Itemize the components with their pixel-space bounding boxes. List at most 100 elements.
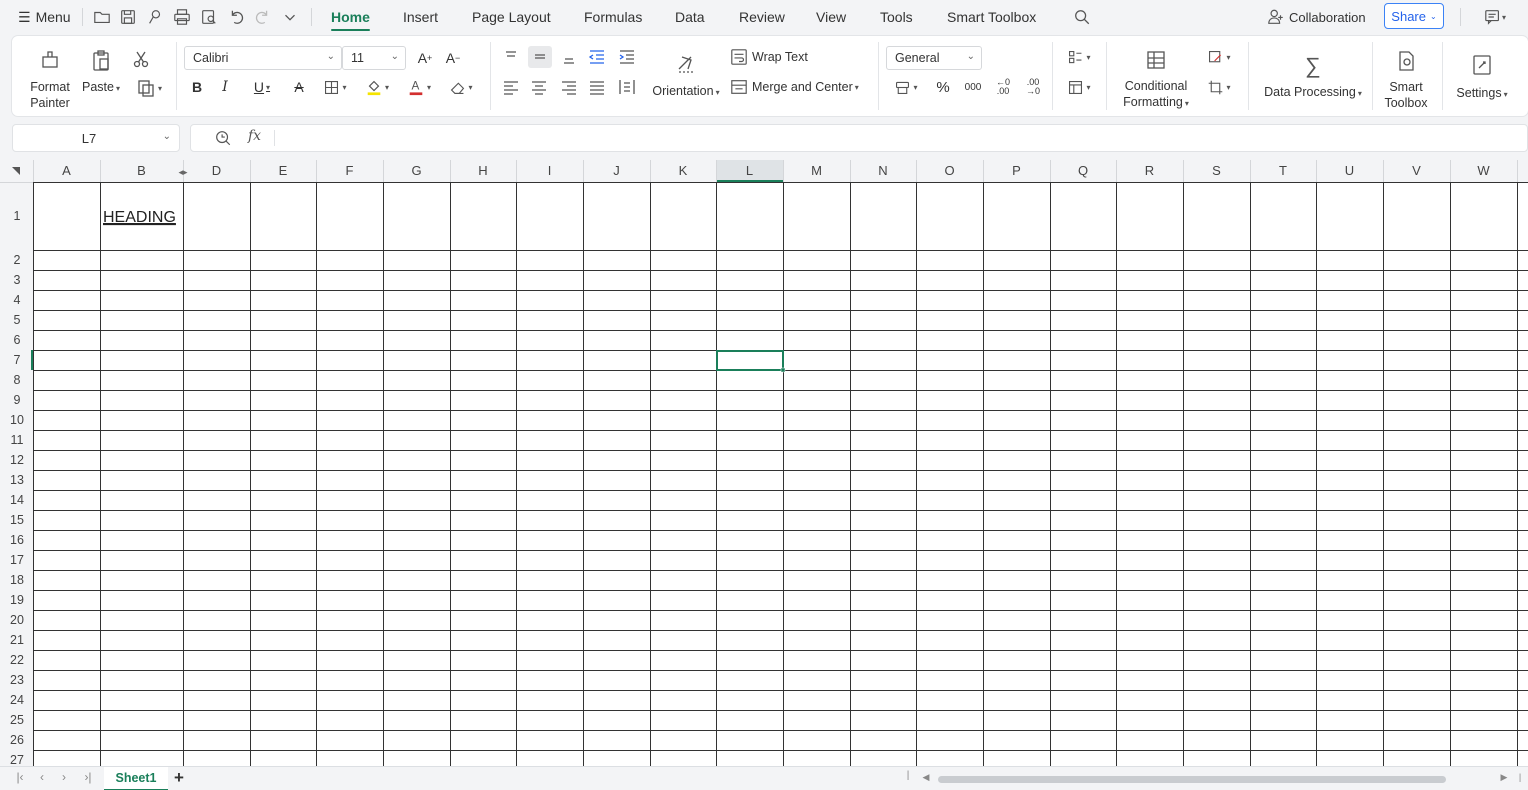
prev-sheet-icon[interactable]: ‹ (34, 770, 50, 784)
decrease-font-icon[interactable]: A − (442, 47, 464, 69)
column-header-l[interactable]: L (746, 163, 753, 178)
italic-icon[interactable]: I (214, 76, 236, 98)
column-header-h[interactable]: H (478, 163, 487, 178)
column-header-n[interactable]: N (878, 163, 887, 178)
column-header-m[interactable]: M (811, 163, 822, 178)
font-color-icon[interactable]: A ▾ (402, 76, 436, 98)
row-header-8[interactable]: 8 (14, 373, 21, 387)
decrease-decimal-icon[interactable]: .00 →0 (1020, 76, 1046, 98)
data-processing-button[interactable]: ∑ Data Processing ▾ (1256, 48, 1370, 104)
menu-button[interactable]: ☰ Menu (18, 0, 71, 34)
justify-icon[interactable] (586, 76, 608, 98)
bold-icon[interactable]: B (186, 76, 208, 98)
print-icon[interactable] (172, 7, 192, 27)
name-box[interactable]: L7 ⌄ (12, 124, 180, 152)
scroll-right-icon[interactable]: ▶ (1496, 772, 1512, 783)
cut-icon[interactable] (130, 48, 152, 70)
tab-home[interactable]: Home (331, 0, 370, 34)
chevron-down-icon[interactable] (280, 7, 300, 27)
formula-input[interactable] (190, 124, 1528, 152)
row-header-23[interactable]: 23 (10, 673, 24, 687)
scroll-left-icon[interactable]: ◀ (918, 772, 934, 783)
align-center-icon[interactable] (528, 76, 550, 98)
share-button[interactable]: Share ⌄ (1384, 3, 1444, 29)
column-header-u[interactable]: U (1345, 163, 1354, 178)
row-header-1[interactable]: 1 (14, 209, 21, 223)
decrease-indent-icon[interactable] (586, 46, 608, 68)
column-header-p[interactable]: P (1012, 163, 1021, 178)
row-header-5[interactable]: 5 (14, 313, 21, 327)
align-right-icon[interactable] (558, 76, 580, 98)
row-header-20[interactable]: 20 (10, 613, 24, 627)
redo-icon[interactable] (253, 7, 273, 27)
merge-center-button[interactable]: Merge and Center ▾ (730, 76, 859, 98)
increase-decimal-icon[interactable]: ←0.00 (990, 76, 1016, 98)
grid-canvas[interactable]: A B D E F G H I J K L M N O P Q R S T U V W◂▸1234567891011121… (0, 160, 1528, 766)
crop-icon[interactable]: ▾ (1202, 76, 1236, 98)
currency-icon[interactable]: ▾ (890, 76, 922, 98)
save-icon[interactable] (118, 7, 138, 27)
tab-review[interactable]: Review (739, 0, 785, 34)
cell-style-icon[interactable]: ▾ (1202, 46, 1236, 68)
first-sheet-icon[interactable]: |‹ (12, 770, 28, 784)
number-format-select[interactable]: General ⌄ (886, 46, 982, 70)
distributed-icon[interactable] (616, 76, 638, 98)
column-header-g[interactable]: G (411, 163, 421, 178)
column-header-k[interactable]: K (679, 163, 688, 178)
row-header-2[interactable]: 2 (14, 253, 21, 267)
open-folder-icon[interactable] (92, 7, 112, 27)
row-header-18[interactable]: 18 (10, 573, 24, 587)
tab-smart-toolbox[interactable]: Smart Toolbox (947, 0, 1036, 34)
tab-formulas[interactable]: Formulas (584, 0, 642, 34)
column-header-t[interactable]: T (1279, 163, 1287, 178)
format-painter-button[interactable]: Format Painter (18, 48, 82, 112)
horizontal-scrollbar-thumb[interactable] (938, 776, 1446, 783)
increase-font-icon[interactable]: A + (414, 47, 436, 69)
row-header-4[interactable]: 4 (14, 293, 21, 307)
align-middle-icon[interactable] (528, 46, 552, 68)
align-bottom-icon[interactable] (558, 46, 580, 68)
increase-indent-icon[interactable] (616, 46, 638, 68)
tab-insert[interactable]: Insert (403, 0, 438, 34)
row-header-14[interactable]: 14 (10, 493, 24, 507)
thousands-separator-icon[interactable]: 000 (962, 76, 984, 98)
row-header-7[interactable]: 7 (14, 353, 21, 367)
column-header-j[interactable]: J (613, 163, 620, 178)
font-size-select[interactable]: 11 ⌄ (342, 46, 406, 70)
row-header-26[interactable]: 26 (10, 733, 24, 747)
column-header-o[interactable]: O (944, 163, 954, 178)
fx-icon[interactable]: fx (248, 128, 261, 144)
tab-data[interactable]: Data (675, 0, 705, 34)
wrap-text-button[interactable]: Wrap Text (730, 46, 808, 68)
column-header-b[interactable]: B (137, 163, 146, 178)
row-header-16[interactable]: 16 (10, 533, 24, 547)
row-header-10[interactable]: 10 (10, 413, 24, 427)
paste-button[interactable]: Paste ▾ (80, 48, 122, 98)
column-header-w[interactable]: W (1477, 163, 1490, 178)
row-header-9[interactable]: 9 (14, 393, 21, 407)
search-icon[interactable] (1072, 7, 1092, 27)
column-header-a[interactable]: A (62, 163, 71, 178)
add-sheet-icon[interactable]: + (174, 768, 184, 788)
collaboration-button[interactable]: Collaboration (1267, 0, 1366, 34)
column-header-v[interactable]: V (1412, 163, 1421, 178)
table-style-icon[interactable]: ▾ (1062, 76, 1096, 98)
column-header-i[interactable]: I (548, 163, 552, 178)
row-column-icon[interactable]: ▾ (1062, 46, 1096, 68)
percent-icon[interactable]: % (932, 76, 954, 98)
column-header-s[interactable]: S (1212, 163, 1221, 178)
row-header-11[interactable]: 11 (11, 433, 24, 447)
export-pdf-icon[interactable] (145, 7, 165, 27)
tab-page-layout[interactable]: Page Layout (472, 0, 551, 34)
align-left-icon[interactable] (500, 76, 522, 98)
row-header-27[interactable]: 27 (10, 753, 24, 766)
row-header-21[interactable]: 21 (10, 633, 24, 647)
tab-view[interactable]: View (816, 0, 846, 34)
borders-icon[interactable]: ▾ (318, 76, 352, 98)
scroll-end-icon[interactable]: | (1512, 772, 1528, 782)
spreadsheet-grid[interactable]: A B D E F G H I J K L M N O P Q R S T U V W ◂▸ 1 2 3 4 5 6 7 8 9 10 11 12 1… (0, 160, 1528, 766)
column-header-d[interactable]: D (212, 163, 221, 178)
conditional-formatting-button[interactable]: Conditional Formatting ▾ (1116, 48, 1196, 112)
zoom-icon[interactable] (214, 129, 232, 150)
clear-format-icon[interactable]: ▾ (444, 76, 478, 98)
